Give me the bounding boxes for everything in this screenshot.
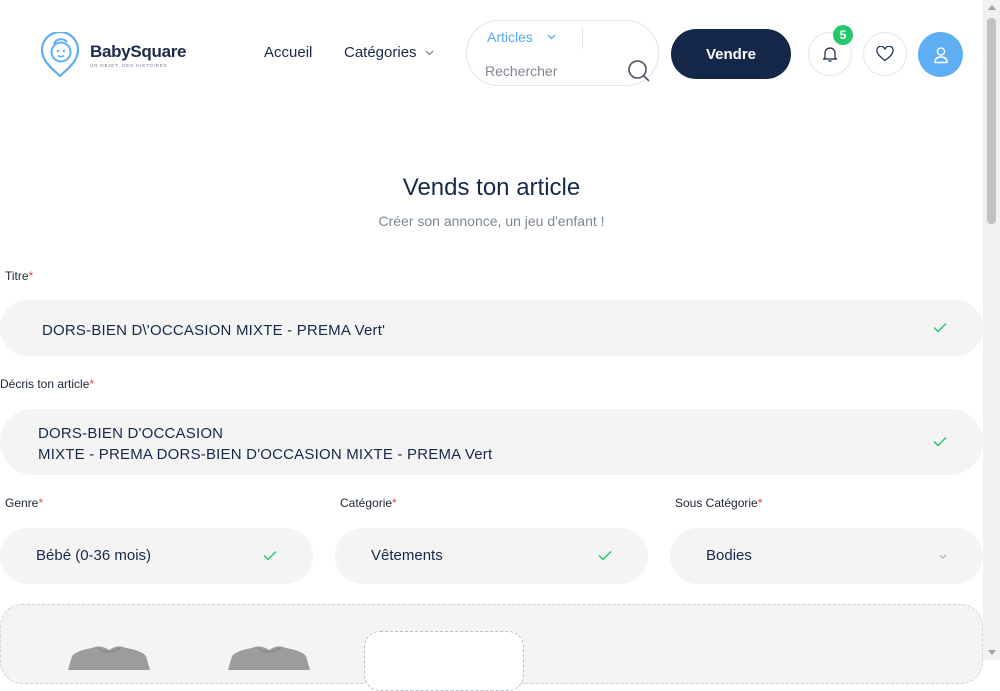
product-photo-thumbnail[interactable] xyxy=(224,640,314,670)
search-type-select[interactable]: Articles xyxy=(487,29,556,45)
description-field-label: Décris ton article* xyxy=(0,377,94,391)
bell-icon xyxy=(822,47,838,62)
required-mark: * xyxy=(392,496,397,510)
heart-icon xyxy=(876,46,894,62)
genre-select-value: Bébé (0-36 mois) xyxy=(36,547,152,564)
nav-home-link[interactable]: Accueil xyxy=(264,44,312,61)
search-box: Articles xyxy=(466,20,659,86)
scroll-down-arrow-icon[interactable] xyxy=(988,650,996,655)
nav-categories-label: Catégories xyxy=(344,44,417,61)
description-line-1: DORS-BIEN D'OCCASION xyxy=(38,425,224,442)
category-field-label: Catégorie* xyxy=(340,496,397,510)
title-field-value: DORS-BIEN D\'OCCASION MIXTE - PREMA Vert… xyxy=(42,322,386,339)
description-label-text: Décris ton article xyxy=(0,377,90,391)
subcategory-select[interactable]: Bodies xyxy=(670,528,983,584)
check-icon xyxy=(263,550,277,561)
page-subtitle: Créer son annonce, un jeu d'enfant ! xyxy=(378,213,605,229)
genre-field-label: Genre* xyxy=(5,496,43,510)
subcategory-label-text: Sous Catégorie xyxy=(675,496,758,510)
title-label-text: Titre xyxy=(5,269,29,283)
sell-button[interactable]: Vendre xyxy=(671,29,791,79)
user-account-button[interactable] xyxy=(918,32,963,77)
brand-name: BabySquare xyxy=(90,42,187,61)
chevron-down-icon xyxy=(425,50,434,55)
required-mark: * xyxy=(38,496,44,510)
baby-logo-icon xyxy=(40,32,80,78)
genre-label-text: Genre xyxy=(5,496,39,510)
category-select[interactable]: Vêtements xyxy=(335,528,648,584)
title-field-label: Titre* xyxy=(5,269,33,283)
required-mark: * xyxy=(757,496,763,510)
scrollbar-thumb[interactable] xyxy=(987,18,996,224)
notification-count-badge: 5 xyxy=(833,25,853,45)
check-icon xyxy=(598,550,612,561)
check-icon xyxy=(933,322,947,333)
required-mark: * xyxy=(89,377,95,391)
product-photo-thumbnail[interactable] xyxy=(64,640,154,670)
required-mark: * xyxy=(28,269,34,283)
nav-categories-dropdown[interactable]: Catégories xyxy=(344,44,434,61)
chevron-down-icon xyxy=(939,554,947,559)
category-label-text: Catégorie xyxy=(340,496,393,510)
chevron-down-icon xyxy=(547,34,556,40)
page-title: Vends ton article xyxy=(402,174,581,201)
search-type-label: Articles xyxy=(487,29,533,45)
subcategory-field-label: Sous Catégorie* xyxy=(675,496,762,510)
search-icon[interactable] xyxy=(627,59,651,83)
description-field[interactable]: DORS-BIEN D'OCCASION MIXTE - PREMA DORS-… xyxy=(0,409,983,475)
favorites-button[interactable] xyxy=(863,32,907,76)
description-line-2: MIXTE - PREMA DORS-BIEN D'OCCASION MIXTE… xyxy=(38,446,493,463)
page-scrollbar[interactable] xyxy=(983,0,1000,660)
brand-tagline: UN OBJET, DES HISTOIRES xyxy=(90,63,168,68)
scroll-up-arrow-icon[interactable] xyxy=(988,5,996,10)
check-icon xyxy=(933,436,947,447)
search-divider xyxy=(582,27,583,49)
title-field[interactable]: DORS-BIEN D\'OCCASION MIXTE - PREMA Vert… xyxy=(0,300,983,356)
category-select-value: Vêtements xyxy=(371,547,443,564)
brand-logo[interactable]: BabySquare UN OBJET, DES HISTOIRES xyxy=(40,32,187,78)
genre-select[interactable]: Bébé (0-36 mois) xyxy=(0,528,313,584)
search-input[interactable] xyxy=(483,59,627,83)
user-icon xyxy=(933,46,948,63)
add-photo-slot[interactable] xyxy=(364,631,524,691)
subcategory-select-value: Bodies xyxy=(706,547,752,564)
